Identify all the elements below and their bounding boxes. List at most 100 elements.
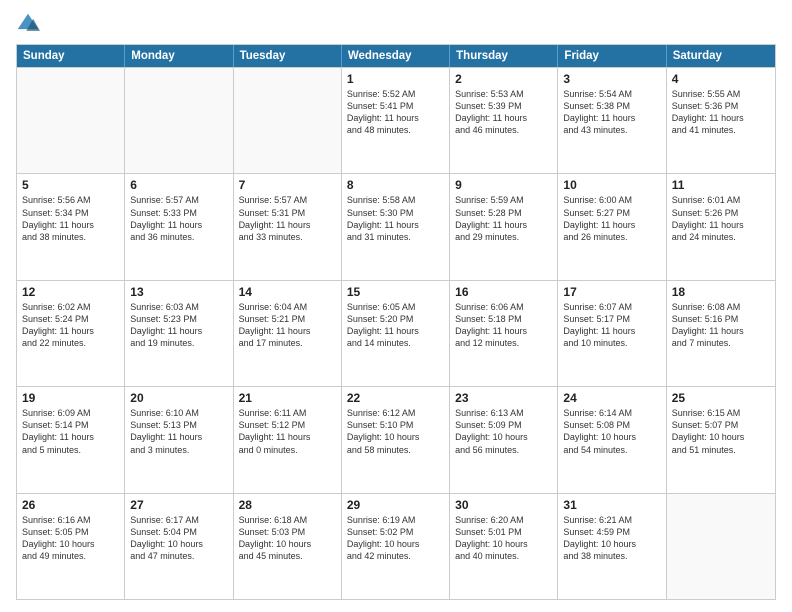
cell-date-10: 10 <box>563 178 660 192</box>
cell-info-9: Sunrise: 5:59 AM Sunset: 5:28 PM Dayligh… <box>455 194 552 243</box>
cell-date-19: 19 <box>22 391 119 405</box>
cal-row-4: 26 Sunrise: 6:16 AM Sunset: 5:05 PM Dayli… <box>17 493 775 599</box>
cal-row-3: 19 Sunrise: 6:09 AM Sunset: 5:14 PM Dayli… <box>17 386 775 492</box>
cell-date-17: 17 <box>563 285 660 299</box>
cell-date-12: 12 <box>22 285 119 299</box>
header-day-friday: Friday <box>558 45 666 67</box>
cell-date-28: 28 <box>239 498 336 512</box>
calendar-header: SundayMondayTuesdayWednesdayThursdayFrid… <box>17 45 775 67</box>
cell-date-11: 11 <box>672 178 770 192</box>
cal-cell-1: 1 Sunrise: 5:52 AM Sunset: 5:41 PM Daylig… <box>342 68 450 173</box>
cell-date-21: 21 <box>239 391 336 405</box>
cell-info-1: Sunrise: 5:52 AM Sunset: 5:41 PM Dayligh… <box>347 88 444 137</box>
cell-info-28: Sunrise: 6:18 AM Sunset: 5:03 PM Dayligh… <box>239 514 336 563</box>
cell-date-31: 31 <box>563 498 660 512</box>
cell-date-30: 30 <box>455 498 552 512</box>
cell-date-14: 14 <box>239 285 336 299</box>
cal-cell-5: 5Sunrise: 5:56 AM Sunset: 5:34 PM Daylig… <box>17 174 125 279</box>
cell-date-2: 2 <box>455 72 552 86</box>
cal-cell-10: 10Sunrise: 6:00 AM Sunset: 5:27 PM Dayli… <box>558 174 666 279</box>
cell-date-7: 7 <box>239 178 336 192</box>
cal-cell-15: 15Sunrise: 6:05 AM Sunset: 5:20 PM Dayli… <box>342 281 450 386</box>
cell-date-18: 18 <box>672 285 770 299</box>
cell-info-12: Sunrise: 6:02 AM Sunset: 5:24 PM Dayligh… <box>22 301 119 350</box>
cell-info-15: Sunrise: 6:05 AM Sunset: 5:20 PM Dayligh… <box>347 301 444 350</box>
cal-cell-11: 11Sunrise: 6:01 AM Sunset: 5:26 PM Dayli… <box>667 174 775 279</box>
cell-date-13: 13 <box>130 285 227 299</box>
cell-info-31: Sunrise: 6:21 AM Sunset: 4:59 PM Dayligh… <box>563 514 660 563</box>
cell-date-20: 20 <box>130 391 227 405</box>
cal-cell-9: 9 Sunrise: 5:59 AM Sunset: 5:28 PM Daylig… <box>450 174 558 279</box>
cal-row-1: 5Sunrise: 5:56 AM Sunset: 5:34 PM Daylig… <box>17 173 775 279</box>
cal-row-0: 1 Sunrise: 5:52 AM Sunset: 5:41 PM Daylig… <box>17 67 775 173</box>
cell-date-9: 9 <box>455 178 552 192</box>
cal-cell-18: 18 Sunrise: 6:08 AM Sunset: 5:16 PM Dayli… <box>667 281 775 386</box>
cell-info-24: Sunrise: 6:14 AM Sunset: 5:08 PM Dayligh… <box>563 407 660 456</box>
cal-cell-21: 21 Sunrise: 6:11 AM Sunset: 5:12 PM Dayli… <box>234 387 342 492</box>
header-day-thursday: Thursday <box>450 45 558 67</box>
cal-cell-13: 13 Sunrise: 6:03 AM Sunset: 5:23 PM Dayli… <box>125 281 233 386</box>
cell-info-5: Sunrise: 5:56 AM Sunset: 5:34 PM Dayligh… <box>22 194 119 243</box>
page: SundayMondayTuesdayWednesdayThursdayFrid… <box>0 0 792 612</box>
cell-info-8: Sunrise: 5:58 AM Sunset: 5:30 PM Dayligh… <box>347 194 444 243</box>
header-day-wednesday: Wednesday <box>342 45 450 67</box>
cell-info-23: Sunrise: 6:13 AM Sunset: 5:09 PM Dayligh… <box>455 407 552 456</box>
cal-cell-6: 6Sunrise: 5:57 AM Sunset: 5:33 PM Daylig… <box>125 174 233 279</box>
header-day-saturday: Saturday <box>667 45 775 67</box>
cal-cell-31: 31 Sunrise: 6:21 AM Sunset: 4:59 PM Dayli… <box>558 494 666 599</box>
cell-info-29: Sunrise: 6:19 AM Sunset: 5:02 PM Dayligh… <box>347 514 444 563</box>
cell-date-26: 26 <box>22 498 119 512</box>
cell-date-1: 1 <box>347 72 444 86</box>
cell-info-2: Sunrise: 5:53 AM Sunset: 5:39 PM Dayligh… <box>455 88 552 137</box>
logo <box>16 12 44 36</box>
cal-cell-23: 23 Sunrise: 6:13 AM Sunset: 5:09 PM Dayli… <box>450 387 558 492</box>
cal-cell-empty <box>125 68 233 173</box>
cell-info-14: Sunrise: 6:04 AM Sunset: 5:21 PM Dayligh… <box>239 301 336 350</box>
cal-cell-empty <box>667 494 775 599</box>
cal-cell-16: 16Sunrise: 6:06 AM Sunset: 5:18 PM Dayli… <box>450 281 558 386</box>
cal-cell-7: 7 Sunrise: 5:57 AM Sunset: 5:31 PM Daylig… <box>234 174 342 279</box>
cal-cell-27: 27 Sunrise: 6:17 AM Sunset: 5:04 PM Dayli… <box>125 494 233 599</box>
header-day-monday: Monday <box>125 45 233 67</box>
cell-date-16: 16 <box>455 285 552 299</box>
cell-info-13: Sunrise: 6:03 AM Sunset: 5:23 PM Dayligh… <box>130 301 227 350</box>
cell-info-21: Sunrise: 6:11 AM Sunset: 5:12 PM Dayligh… <box>239 407 336 456</box>
cal-cell-empty <box>234 68 342 173</box>
cell-info-25: Sunrise: 6:15 AM Sunset: 5:07 PM Dayligh… <box>672 407 770 456</box>
cell-info-3: Sunrise: 5:54 AM Sunset: 5:38 PM Dayligh… <box>563 88 660 137</box>
cal-cell-29: 29 Sunrise: 6:19 AM Sunset: 5:02 PM Dayli… <box>342 494 450 599</box>
calendar: SundayMondayTuesdayWednesdayThursdayFrid… <box>16 44 776 600</box>
cell-info-4: Sunrise: 5:55 AM Sunset: 5:36 PM Dayligh… <box>672 88 770 137</box>
cal-cell-3: 3 Sunrise: 5:54 AM Sunset: 5:38 PM Daylig… <box>558 68 666 173</box>
cell-date-6: 6 <box>130 178 227 192</box>
cell-info-22: Sunrise: 6:12 AM Sunset: 5:10 PM Dayligh… <box>347 407 444 456</box>
cal-cell-2: 2 Sunrise: 5:53 AM Sunset: 5:39 PM Daylig… <box>450 68 558 173</box>
cell-date-4: 4 <box>672 72 770 86</box>
cell-info-26: Sunrise: 6:16 AM Sunset: 5:05 PM Dayligh… <box>22 514 119 563</box>
cell-date-25: 25 <box>672 391 770 405</box>
cell-date-27: 27 <box>130 498 227 512</box>
cal-cell-4: 4 Sunrise: 5:55 AM Sunset: 5:36 PM Daylig… <box>667 68 775 173</box>
cell-info-30: Sunrise: 6:20 AM Sunset: 5:01 PM Dayligh… <box>455 514 552 563</box>
cell-date-23: 23 <box>455 391 552 405</box>
cal-cell-empty <box>17 68 125 173</box>
cell-info-27: Sunrise: 6:17 AM Sunset: 5:04 PM Dayligh… <box>130 514 227 563</box>
cell-info-7: Sunrise: 5:57 AM Sunset: 5:31 PM Dayligh… <box>239 194 336 243</box>
cell-date-8: 8 <box>347 178 444 192</box>
header <box>16 12 776 36</box>
header-day-sunday: Sunday <box>17 45 125 67</box>
cell-info-18: Sunrise: 6:08 AM Sunset: 5:16 PM Dayligh… <box>672 301 770 350</box>
cal-cell-19: 19 Sunrise: 6:09 AM Sunset: 5:14 PM Dayli… <box>17 387 125 492</box>
cal-cell-25: 25 Sunrise: 6:15 AM Sunset: 5:07 PM Dayli… <box>667 387 775 492</box>
cal-cell-26: 26 Sunrise: 6:16 AM Sunset: 5:05 PM Dayli… <box>17 494 125 599</box>
cal-cell-14: 14 Sunrise: 6:04 AM Sunset: 5:21 PM Dayli… <box>234 281 342 386</box>
cal-row-2: 12 Sunrise: 6:02 AM Sunset: 5:24 PM Dayli… <box>17 280 775 386</box>
cell-info-19: Sunrise: 6:09 AM Sunset: 5:14 PM Dayligh… <box>22 407 119 456</box>
logo-icon <box>16 12 40 36</box>
cal-cell-8: 8 Sunrise: 5:58 AM Sunset: 5:30 PM Daylig… <box>342 174 450 279</box>
cal-cell-30: 30 Sunrise: 6:20 AM Sunset: 5:01 PM Dayli… <box>450 494 558 599</box>
cell-date-3: 3 <box>563 72 660 86</box>
cal-cell-22: 22Sunrise: 6:12 AM Sunset: 5:10 PM Dayli… <box>342 387 450 492</box>
cell-date-29: 29 <box>347 498 444 512</box>
cal-cell-17: 17Sunrise: 6:07 AM Sunset: 5:17 PM Dayli… <box>558 281 666 386</box>
